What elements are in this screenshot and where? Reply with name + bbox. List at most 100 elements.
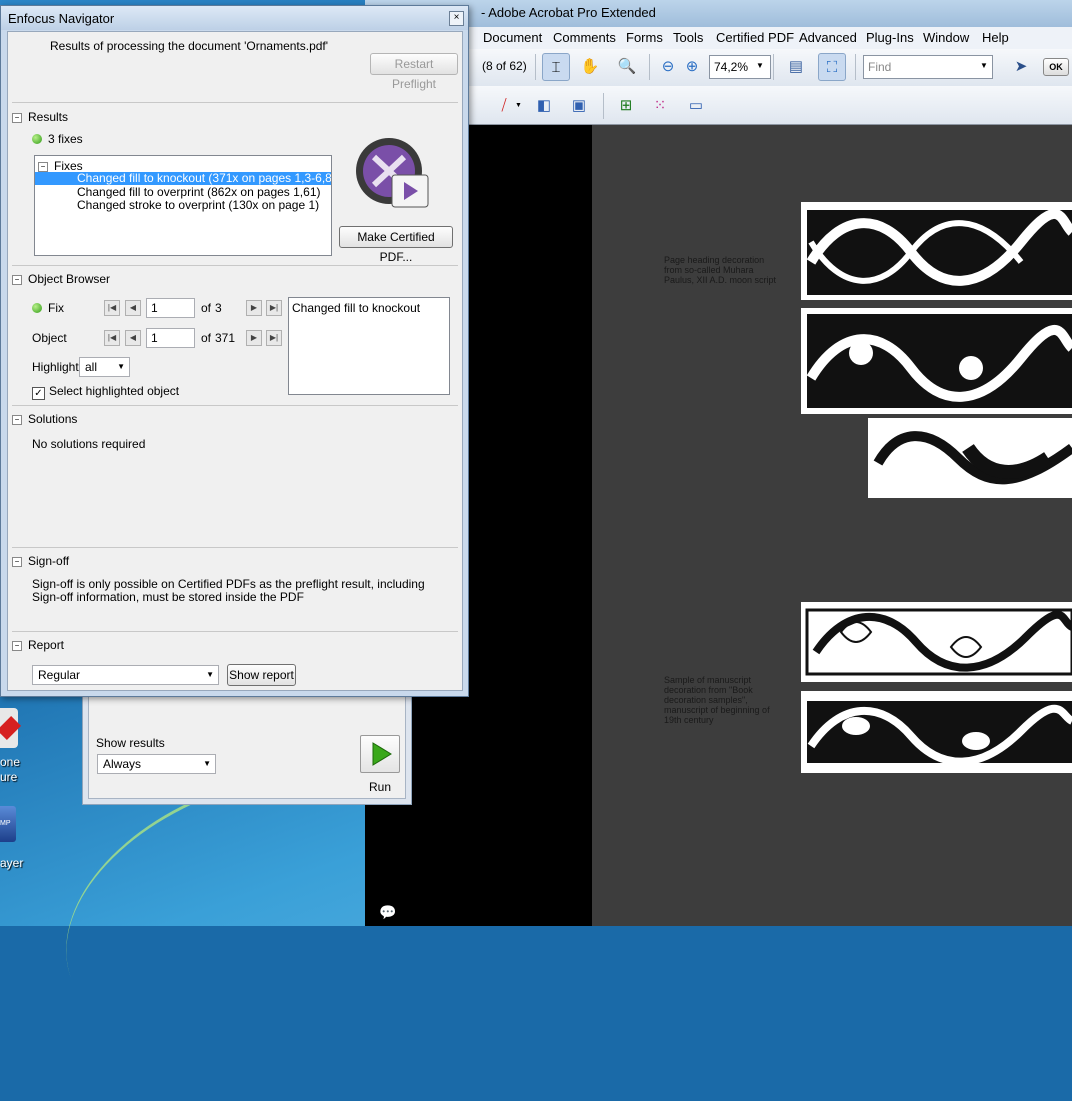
chevron-down-icon: ▼ xyxy=(117,362,125,371)
run-button[interactable] xyxy=(360,735,400,773)
menu-forms[interactable]: Forms xyxy=(626,30,663,45)
menu-certified-pdf[interactable]: Certified PDF xyxy=(716,30,794,45)
ornament-graphic xyxy=(806,314,1072,408)
list-item[interactable]: Changed fill to overprint (862x on pages… xyxy=(77,185,321,199)
close-icon[interactable]: × xyxy=(449,11,464,26)
fit-width-icon[interactable]: ▤ xyxy=(783,53,809,79)
select-highlighted-row[interactable]: ✓ Select highlighted object xyxy=(32,384,179,400)
preflight-icon[interactable]: ⊞ xyxy=(613,92,639,118)
convert-colors-icon[interactable]: ▣ xyxy=(566,92,592,118)
show-report-button[interactable]: Show report xyxy=(227,664,296,686)
last-object-icon[interactable]: ▶| xyxy=(266,330,282,346)
document-area[interactable]: Page heading decoration from so-called M… xyxy=(592,125,1072,926)
select-tool-icon[interactable]: ⌶ xyxy=(542,53,570,81)
list-item[interactable]: Changed fill to knockout (371x on pages … xyxy=(35,172,331,185)
menu-help[interactable]: Help xyxy=(982,30,1009,45)
zoom-marquee-icon[interactable]: 🔍 xyxy=(614,53,640,79)
object-number-field[interactable]: 1 xyxy=(146,328,195,348)
menu-advanced[interactable]: Advanced xyxy=(799,30,857,45)
solutions-section-header[interactable]: − Solutions xyxy=(12,412,77,426)
first-fix-icon[interactable]: |◀ xyxy=(104,300,120,316)
document-text-block: Page heading decoration from so-called M… xyxy=(664,255,777,285)
menu-tools[interactable]: Tools xyxy=(673,30,703,45)
collapse-icon[interactable]: − xyxy=(12,557,22,567)
menu-window[interactable]: Window xyxy=(923,30,969,45)
collapse-icon[interactable]: − xyxy=(12,641,22,651)
object-total: 371 xyxy=(215,331,236,345)
show-results-select[interactable]: Always ▼ xyxy=(97,754,216,774)
navigator-title: Enfocus Navigator xyxy=(8,11,115,26)
ornament-graphic xyxy=(805,608,1072,676)
fixes-group[interactable]: − Fixes xyxy=(38,159,83,173)
next-fix-icon[interactable]: ▶ xyxy=(246,300,262,316)
divider xyxy=(12,265,458,266)
report-type-select[interactable]: Regular ▼ xyxy=(32,665,219,685)
output-preview-icon[interactable]: ◧ xyxy=(531,92,557,118)
collapse-icon[interactable]: − xyxy=(12,113,22,123)
zoom-in-icon[interactable]: ⊕ xyxy=(679,53,705,79)
previous-object-icon[interactable]: ◀ xyxy=(125,330,141,346)
solutions-text: No solutions required xyxy=(32,437,146,451)
fix-label: Fix xyxy=(48,301,64,315)
zoom-out-icon[interactable]: ⊖ xyxy=(655,53,681,79)
highlight-select[interactable]: all ▼ xyxy=(79,357,130,377)
object-browser-section-header[interactable]: − Object Browser xyxy=(12,272,110,286)
divider xyxy=(12,102,458,103)
crop-pages-icon[interactable]: ▭ xyxy=(683,92,709,118)
desktop-icon-1[interactable] xyxy=(0,708,22,748)
make-certified-pdf-button[interactable]: Make Certified PDF... xyxy=(339,226,453,264)
menu-plug-ins[interactable]: Plug-Ins xyxy=(866,30,914,45)
restart-preflight-button[interactable]: Restart Preflight xyxy=(370,53,458,91)
first-object-icon[interactable]: |◀ xyxy=(104,330,120,346)
media-player-icon[interactable]: MP xyxy=(0,806,16,842)
find-field[interactable]: Find xyxy=(863,55,993,79)
fix-row-label: Fix xyxy=(32,301,64,315)
fix-total: 3 xyxy=(215,301,222,315)
fix-number-field[interactable]: 1 xyxy=(146,298,195,318)
menu-document[interactable]: Document xyxy=(483,30,542,45)
hand-tool-icon[interactable]: ✋ xyxy=(577,53,603,79)
status-ok-icon xyxy=(32,303,42,313)
report-section-header[interactable]: − Report xyxy=(12,638,64,652)
pointer-icon[interactable]: ➤ xyxy=(1008,53,1034,79)
dropdown-arrow-icon[interactable]: ▼ xyxy=(515,102,522,109)
results-section-header[interactable]: − Results xyxy=(12,110,68,124)
collapse-icon[interactable]: − xyxy=(12,275,22,285)
fix-count-label: 3 fixes xyxy=(48,132,83,146)
ok-button[interactable]: OK xyxy=(1043,58,1069,76)
color-separation-icon[interactable]: ⧸ xyxy=(491,92,517,118)
previous-fix-icon[interactable]: ◀ xyxy=(125,300,141,316)
ink-manager-icon[interactable]: ⁙ xyxy=(647,92,673,118)
collapse-icon[interactable]: − xyxy=(38,162,48,172)
object-label: Object xyxy=(32,331,67,345)
object-of-label: of xyxy=(201,331,212,345)
collapse-icon[interactable]: − xyxy=(12,415,22,425)
ornament-graphic xyxy=(873,431,1072,485)
certified-pdf-icon xyxy=(356,138,429,208)
fix-of-label: of xyxy=(201,301,212,315)
acrobat-title: - Adobe Acrobat Pro Extended xyxy=(481,5,656,20)
highlight-label: Highlight xyxy=(32,360,79,374)
signoff-section-header[interactable]: − Sign-off xyxy=(12,554,69,568)
fix-detail-box: Changed fill to knockout xyxy=(288,297,450,395)
report-header-label: Report xyxy=(28,638,65,652)
comment-icon[interactable]: 💬 xyxy=(379,904,401,922)
ornament-image xyxy=(801,308,1072,414)
select-highlighted-label: Select highlighted object xyxy=(49,384,180,398)
last-fix-icon[interactable]: ▶| xyxy=(266,300,282,316)
zoom-dropdown-icon[interactable]: ▼ xyxy=(756,61,764,70)
acrobat-menubar: Document Comments Forms Tools Certified … xyxy=(465,27,1072,49)
ornament-image xyxy=(801,691,1072,773)
menu-comments[interactable]: Comments xyxy=(553,30,616,45)
next-object-icon[interactable]: ▶ xyxy=(246,330,262,346)
enfocus-navigator-window: Enfocus Navigator × Results of processin… xyxy=(0,5,469,697)
fit-page-icon[interactable]: ⛶ xyxy=(818,53,846,81)
fix-list[interactable]: − Fixes Changed fill to knockout (371x on… xyxy=(34,155,332,256)
chevron-down-icon: ▼ xyxy=(206,670,214,679)
ornament-image xyxy=(801,202,1072,300)
fix-count: 3 fixes xyxy=(32,132,83,146)
find-dropdown-icon[interactable]: ▼ xyxy=(980,61,988,70)
preflight-panel: Show results Always ▼ Run xyxy=(82,690,412,805)
list-item[interactable]: Changed stroke to overprint (130x on pag… xyxy=(77,198,319,212)
select-highlighted-checkbox[interactable]: ✓ xyxy=(32,387,45,400)
